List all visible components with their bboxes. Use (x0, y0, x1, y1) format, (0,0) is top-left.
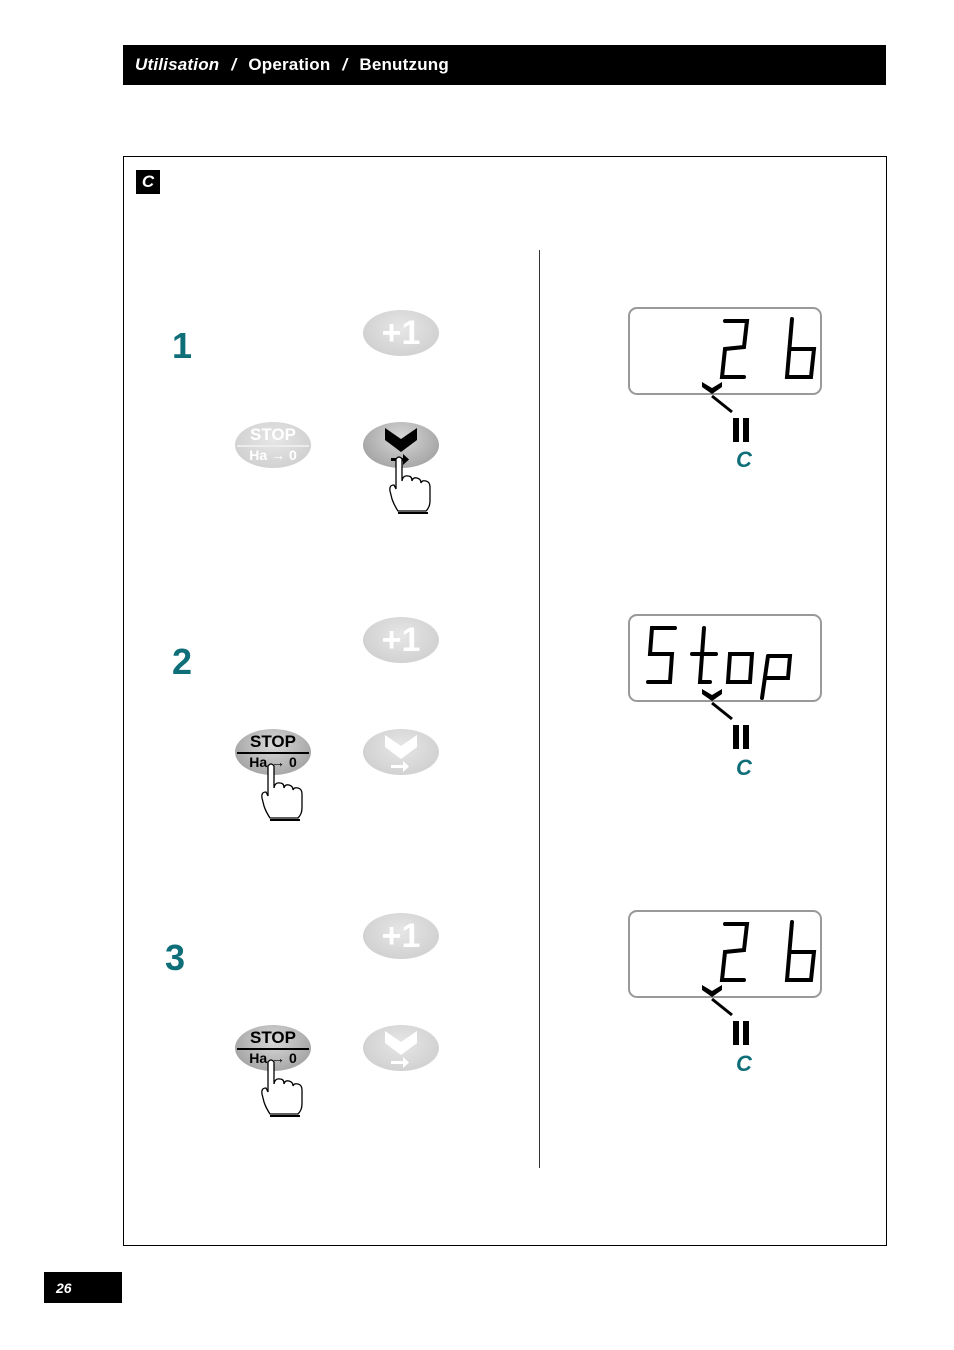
plus-one-label: +1 (381, 313, 421, 352)
lcd-pointer-icon (702, 689, 749, 749)
ha-reset-label: Ha → 0 (249, 447, 297, 463)
header-title-en: Operation (248, 55, 331, 74)
header-title-de: Benutzung (359, 55, 449, 74)
header-separator: / (342, 55, 348, 74)
header-separator: / (231, 55, 237, 74)
stop-label: STOP (250, 732, 296, 751)
stop-label: STOP (250, 425, 296, 444)
column-divider (539, 250, 540, 1168)
plus-one-label: +1 (381, 620, 421, 659)
step-number: 1 (172, 325, 193, 366)
plus-one-label: +1 (381, 916, 421, 955)
lcd-pointer-icon (702, 382, 749, 442)
section-c-indicator: C (736, 1051, 752, 1076)
select-button[interactable] (363, 1025, 439, 1071)
page-number: 26 (44, 1272, 122, 1303)
seed-row-icon (733, 1021, 749, 1045)
seed-row-icon (733, 725, 749, 749)
section-c-indicator: C (736, 447, 752, 472)
section-badge: C (136, 170, 160, 194)
header-bar: Utilisation / Operation / Benutzung (123, 45, 886, 85)
lcd-pointer-icon (702, 985, 749, 1045)
pointing-hand-icon (389, 456, 431, 514)
plus-one-button[interactable]: +1 (363, 310, 439, 356)
step-number: 2 (172, 641, 193, 682)
chevron-down-arrow-icon (385, 1031, 417, 1068)
section-c-indicator: C (736, 755, 752, 780)
header-title-fr: Utilisation (135, 55, 220, 74)
step-number: 3 (165, 937, 186, 978)
plus-one-button[interactable]: +1 (363, 913, 439, 959)
stop-label: STOP (250, 1028, 296, 1047)
chevron-down-arrow-icon (385, 735, 417, 772)
seed-row-icon (733, 418, 749, 442)
pointing-hand-icon (261, 1059, 303, 1117)
stop-button[interactable]: STOP Ha → 0 (235, 422, 311, 468)
select-button[interactable] (363, 729, 439, 775)
plus-one-button[interactable]: +1 (363, 617, 439, 663)
pointing-hand-icon (261, 763, 303, 821)
